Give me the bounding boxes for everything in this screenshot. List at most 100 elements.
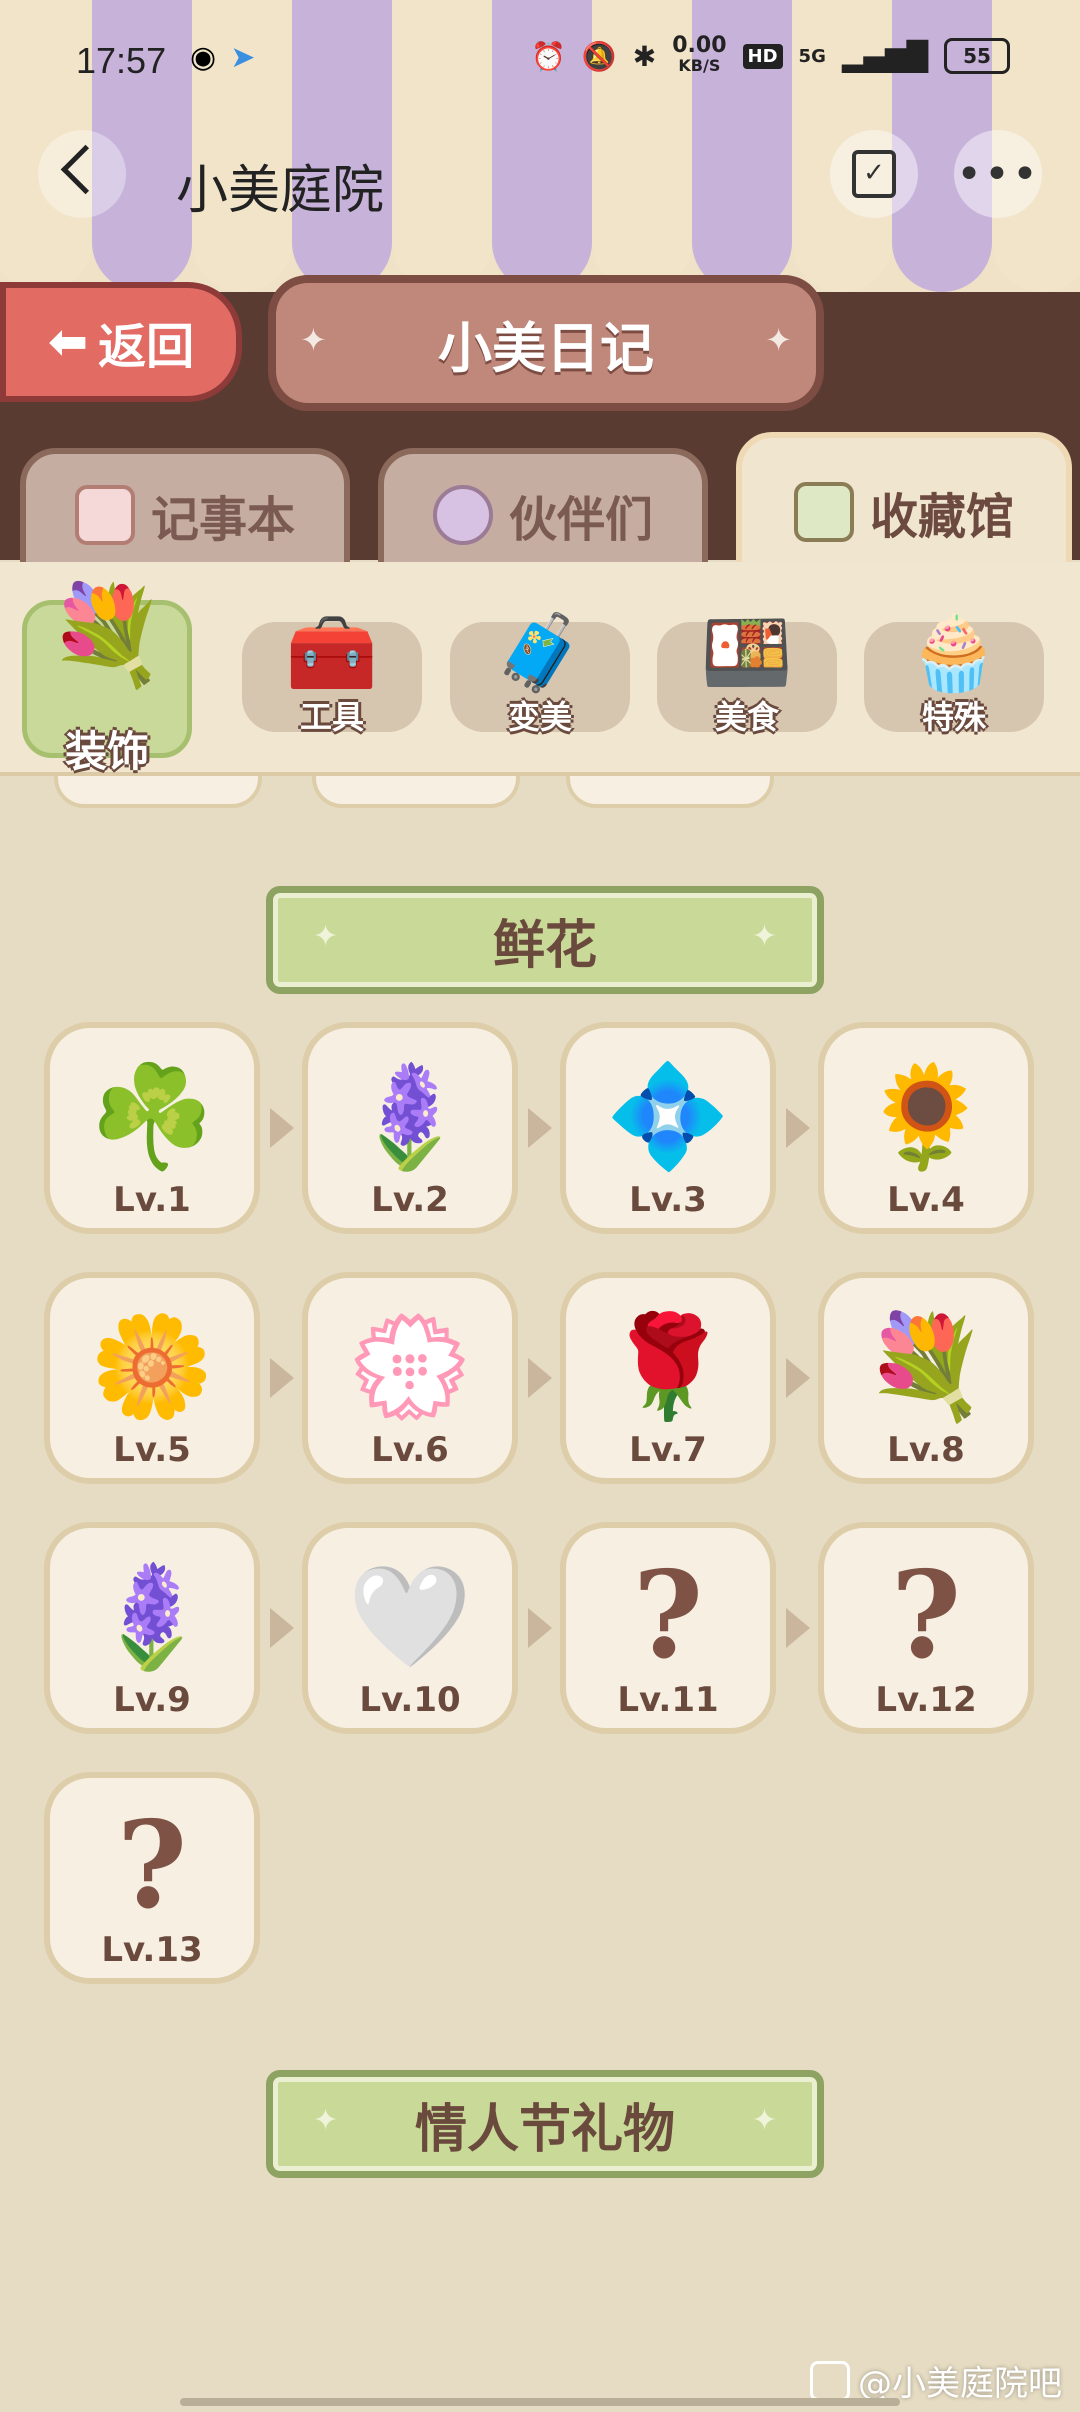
previous-item-card (312, 776, 520, 808)
item-level-label: Lv.13 (101, 1930, 203, 1970)
item-level-label: Lv.9 (113, 1680, 191, 1720)
flower-icon: 🪻 (89, 1558, 215, 1675)
question-mark-icon: ? (890, 1545, 962, 1686)
collection-icon (793, 482, 854, 542)
arrow-left-icon: ⬅ (47, 314, 89, 370)
partners-icon (432, 485, 493, 545)
previous-item-card (566, 776, 774, 808)
category-label: 变美 (507, 698, 572, 736)
progression-arrow-icon (270, 1608, 294, 1648)
item-level-label: Lv.7 (629, 1430, 707, 1470)
diary-title: 小美日记 (438, 316, 654, 380)
flower-item-card[interactable]: 🌹 Lv.7 (560, 1272, 776, 1484)
item-level-label: Lv.5 (113, 1430, 191, 1470)
flower-icon: 🌻 (863, 1058, 989, 1175)
question-mark-icon: ? (116, 1795, 188, 1936)
sparkle-icon: ✦ (751, 919, 777, 954)
flower-item-card[interactable]: ? Lv.13 (44, 1772, 260, 1984)
flower-icon: 🪻 (347, 1058, 473, 1175)
flower-item-card[interactable]: 🌻 Lv.4 (818, 1022, 1034, 1234)
category-tools[interactable]: 🧰 工具 (242, 610, 422, 736)
hd-badge: HD (742, 43, 783, 69)
item-level-label: Lv.4 (887, 1180, 965, 1220)
sparkle-icon: ✦ (313, 2103, 339, 2138)
diary-title-banner: ✦ 小美日记 ✦ (268, 275, 824, 411)
category-beauty[interactable]: 🧳 变美 (450, 610, 630, 736)
category-label: 美食 (714, 698, 779, 736)
flower-icon: 💮 (347, 1308, 473, 1425)
flower-item-card[interactable]: 🪻 Lv.9 (44, 1522, 260, 1734)
special-item-icon: 🧁 (907, 610, 1001, 696)
app-header: 小美庭院 ✓ ••• (0, 130, 1080, 230)
progression-arrow-icon (786, 1358, 810, 1398)
more-button[interactable]: ••• (954, 130, 1042, 218)
battery-icon: 55 (944, 38, 1010, 74)
home-indicator[interactable] (180, 2398, 900, 2406)
category-label: 特殊 (921, 698, 986, 736)
sparkle-icon: ✦ (313, 919, 339, 954)
mute-icon: 🔕 (581, 39, 617, 73)
flower-item-card[interactable]: 💐 Lv.8 (818, 1272, 1034, 1484)
weibo-logo-icon (810, 2360, 850, 2401)
return-button[interactable]: ⬅ 返回 (0, 282, 242, 402)
previous-item-card (54, 776, 262, 808)
status-bar: 17:57 ◉ ➤ ⏰ 🔕 ✱ 0.00 KB/S HD 5G ▂▄▆█ 55 (0, 0, 1080, 120)
section-title: 鲜花 (492, 915, 597, 976)
item-level-label: Lv.6 (371, 1430, 449, 1470)
flower-icon: 🤍 (347, 1558, 473, 1675)
flower-item-card[interactable]: ? Lv.11 (560, 1522, 776, 1734)
bouquet-icon: 💐 (47, 579, 167, 691)
notebook-icon (74, 485, 135, 545)
bookmark-check-icon: ✓ (852, 150, 896, 198)
item-level-label: Lv.1 (113, 1180, 191, 1220)
signal-icon: ▂▄▆█ (841, 39, 928, 73)
progression-arrow-icon (786, 1608, 810, 1648)
flower-item-card[interactable]: 🌼 Lv.5 (44, 1272, 260, 1484)
item-level-label: Lv.10 (359, 1680, 461, 1720)
flower-icon: 💐 (863, 1308, 989, 1425)
flower-item-card[interactable]: 💠 Lv.3 (560, 1022, 776, 1234)
category-label: 装饰 (64, 727, 149, 776)
section-header-flowers: ✦ 鲜花 ✦ (266, 886, 824, 994)
flower-item-card[interactable]: ? Lv.12 (818, 1522, 1034, 1734)
section-header-valentine: ✦ 情人节礼物 ✦ (266, 2070, 824, 2178)
alarm-icon: ⏰ (531, 39, 566, 73)
more-dots-icon: ••• (956, 148, 1040, 200)
flower-item-card[interactable]: 🤍 Lv.10 (302, 1522, 518, 1734)
category-label: 工具 (299, 698, 364, 736)
flower-item-card[interactable]: ☘️ Lv.1 (44, 1022, 260, 1234)
back-button[interactable] (38, 130, 126, 218)
sparkle-icon: ✦ (300, 321, 327, 359)
item-level-label: Lv.8 (887, 1430, 965, 1470)
network-label: 5G (798, 45, 826, 67)
flower-item-card[interactable]: 💮 Lv.6 (302, 1272, 518, 1484)
category-decoration[interactable]: 💐 装饰 (22, 579, 192, 776)
progression-arrow-icon (528, 1358, 552, 1398)
section-title: 情人节礼物 (414, 2099, 675, 2160)
item-level-label: Lv.2 (371, 1180, 449, 1220)
tab-partners-label: 伙伴们 (508, 492, 653, 548)
flower-icon: ☘️ (89, 1058, 215, 1175)
bookmark-button[interactable]: ✓ (830, 130, 918, 218)
flower-item-card[interactable]: 🪻 Lv.2 (302, 1022, 518, 1234)
bluetooth-icon: ✱ (632, 39, 657, 73)
category-food[interactable]: 🍱 美食 (657, 610, 837, 736)
weibo-icon: ◉ (190, 40, 217, 75)
sparkle-icon: ✦ (751, 2103, 777, 2138)
item-level-label: Lv.12 (875, 1680, 977, 1720)
tab-notebook-label: 记事本 (150, 492, 295, 548)
progression-arrow-icon (528, 1608, 552, 1648)
flower-icon: 🌹 (605, 1308, 731, 1425)
flower-icon: 🌼 (89, 1308, 215, 1425)
status-time: 17:57 (76, 40, 167, 81)
sparkle-icon: ✦ (765, 321, 792, 359)
flower-icon: 💠 (605, 1058, 731, 1175)
cosmetic-case-icon: 🧳 (493, 610, 587, 696)
progression-arrow-icon (786, 1108, 810, 1148)
item-level-label: Lv.3 (629, 1180, 707, 1220)
page-title: 小美庭院 (176, 161, 385, 221)
send-icon: ➤ (230, 40, 256, 75)
tool-cart-icon: 🧰 (285, 610, 379, 696)
progression-arrow-icon (528, 1108, 552, 1148)
category-special[interactable]: 🧁 特殊 (864, 610, 1044, 736)
